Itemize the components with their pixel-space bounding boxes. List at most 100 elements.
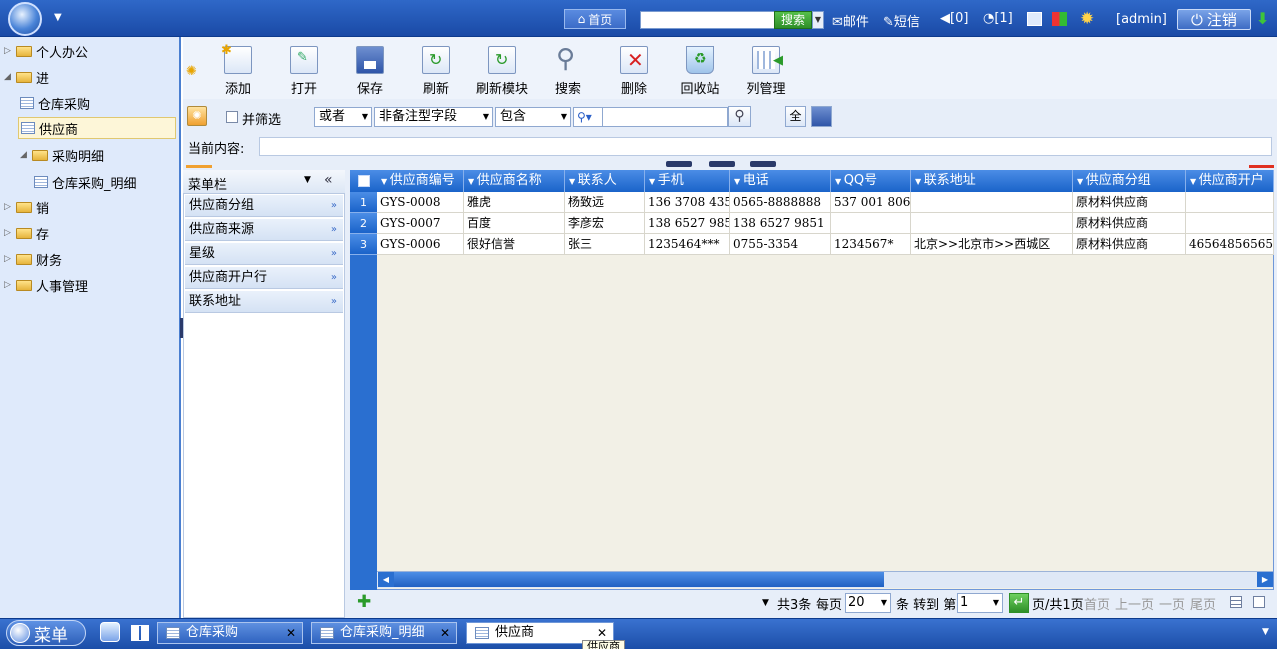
table-cell[interactable]: 原材料供应商 — [1073, 213, 1186, 234]
table-cell[interactable] — [911, 192, 1073, 213]
table-cell[interactable]: 46564856565*** — [1186, 234, 1274, 255]
splitter-handle[interactable] — [709, 161, 735, 167]
per-page-select[interactable]: 20 ▼ — [845, 593, 891, 613]
search-input[interactable] — [640, 11, 775, 29]
tree-item-purchase[interactable]: ◢ 进 — [4, 66, 49, 88]
home-button[interactable]: ⌂ 首页 — [564, 9, 626, 29]
category-item-supplier-source[interactable]: 供应商来源 » — [185, 219, 343, 241]
close-icon[interactable]: ✕ — [440, 623, 450, 643]
sound-link[interactable]: ◀[0] — [940, 11, 968, 26]
save-filter-icon[interactable] — [811, 106, 832, 127]
grid-apps-icon[interactable] — [131, 625, 149, 641]
delete-button[interactable]: ✕ 删除 — [604, 46, 664, 97]
table-cell[interactable]: 原材料供应商 — [1073, 234, 1186, 255]
table-cell[interactable]: 百度 — [464, 213, 565, 234]
table-cell[interactable]: 138 6527 9851 — [730, 213, 831, 234]
filter-options-icon[interactable]: ✺ — [187, 106, 207, 126]
table-cell[interactable]: 很好信誉 — [464, 234, 565, 255]
category-dropdown-icon[interactable]: ▼ — [304, 175, 311, 185]
tree-item-warehouse-purchase-detail[interactable]: 仓库采购_明细 — [34, 171, 137, 193]
tree-item-stock[interactable]: ▷ 存 — [4, 222, 49, 244]
pager-menu-icon[interactable]: ▼ — [762, 598, 769, 608]
col-header-mobile[interactable]: ▼ 手机 — [645, 170, 730, 192]
add-row-icon[interactable]: ✚ — [357, 592, 371, 612]
tree-item-supplier[interactable]: 供应商 — [18, 117, 176, 139]
prev-page-link[interactable]: 上一页 — [1115, 594, 1154, 613]
logic-select[interactable]: 或者 ▼ — [314, 107, 372, 127]
select-all-rows-checkbox[interactable] — [358, 175, 370, 187]
table-cell[interactable]: 136 3708 4358 — [645, 192, 730, 213]
recycle-bin-button[interactable]: ♻ 回收站 — [670, 46, 730, 97]
row-number[interactable]: 3 — [350, 234, 377, 255]
theme-icon[interactable] — [1052, 12, 1067, 26]
category-item-supplier-group[interactable]: 供应商分组 » — [185, 195, 343, 217]
splitter-handle[interactable] — [666, 161, 692, 167]
collapse-icon[interactable]: ◢ — [20, 150, 28, 160]
table-cell[interactable]: 李彦宏 — [565, 213, 645, 234]
settings-gear-icon[interactable]: ✹ — [1080, 9, 1094, 29]
row-number[interactable]: 1 — [350, 192, 377, 213]
scrollbar-thumb[interactable] — [394, 572, 884, 587]
current-content-input[interactable] — [259, 137, 1272, 156]
search-tool-button[interactable]: ⚲ 搜索 — [538, 44, 598, 97]
logo-dropdown-icon[interactable]: ▼ — [54, 12, 62, 23]
tree-item-purchase-detail[interactable]: ◢ 采购明细 — [20, 144, 104, 166]
notice-link[interactable]: ◔[1] — [983, 11, 1013, 26]
app-logo-icon[interactable] — [8, 2, 42, 36]
tree-item-warehouse-purchase[interactable]: 仓库采购 — [20, 92, 90, 114]
tree-item-sales[interactable]: ▷ 销 — [4, 196, 49, 218]
expand-icon[interactable]: ▷ — [4, 46, 12, 56]
col-header-contact[interactable]: ▼ 联系人 — [565, 170, 645, 192]
expand-icon[interactable]: ▷ — [4, 254, 12, 264]
search-button[interactable]: 搜索 — [774, 11, 812, 29]
tree-item-finance[interactable]: ▷ 财务 — [4, 248, 62, 270]
select-all-button[interactable]: 全 — [785, 106, 806, 127]
page-select[interactable]: 1 ▼ — [957, 593, 1003, 613]
category-item-bank[interactable]: 供应商开户行 » — [185, 267, 343, 289]
table-cell[interactable] — [911, 213, 1073, 234]
window-icon[interactable] — [1027, 12, 1042, 26]
table-cell[interactable]: 0565-8888888 — [730, 192, 831, 213]
table-cell[interactable]: 537 001 806 — [831, 192, 911, 213]
card-view-icon[interactable] — [1253, 596, 1265, 608]
close-icon[interactable]: ✕ — [286, 623, 296, 643]
table-cell[interactable] — [1186, 213, 1274, 234]
scroll-right-icon[interactable]: ▶ — [1257, 572, 1273, 587]
collapse-left-icon[interactable]: « — [324, 172, 333, 188]
combine-filter-checkbox[interactable] — [226, 111, 238, 123]
start-menu-button[interactable]: 菜单 — [6, 620, 86, 646]
desktop-icon[interactable] — [100, 622, 120, 642]
table-cell[interactable]: 北京>>北京市>>西城区 — [911, 234, 1073, 255]
tree-item-hr[interactable]: ▷ 人事管理 — [4, 274, 88, 296]
table-cell[interactable] — [1186, 192, 1274, 213]
last-page-link[interactable]: 尾页 — [1190, 594, 1216, 613]
col-header-qq[interactable]: ▼ QQ号 — [831, 170, 911, 192]
table-cell[interactable]: 138 6527 9851 — [645, 213, 730, 234]
search-dropdown-icon[interactable]: ▼ — [812, 11, 824, 29]
search-mode-dropdown[interactable]: ⚲▾ — [573, 107, 603, 127]
save-button[interactable]: 保存 — [340, 46, 400, 97]
table-cell[interactable]: 原材料供应商 — [1073, 192, 1186, 213]
filter-value-input[interactable] — [602, 107, 728, 127]
table-cell[interactable]: 1235464*** — [645, 234, 730, 255]
col-header-bank[interactable]: ▼ 供应商开户 — [1186, 170, 1274, 192]
field-select[interactable]: 非备注型字段 ▼ — [374, 107, 493, 127]
tree-item-personal-office[interactable]: ▷ 个人办公 — [4, 40, 88, 62]
table-cell[interactable]: 雅虎 — [464, 192, 565, 213]
column-manager-button[interactable]: ◀ 列管理 — [736, 46, 796, 97]
filter-search-icon[interactable]: ⚲ — [728, 106, 751, 127]
refresh-button[interactable]: ↻ 刷新 — [406, 46, 466, 97]
splitter-handle[interactable] — [750, 161, 776, 167]
operator-select[interactable]: 包含 ▼ — [495, 107, 571, 127]
sms-link[interactable]: ✎短信 — [883, 11, 920, 30]
go-page-icon[interactable]: ↵ — [1009, 593, 1029, 613]
category-item-star-level[interactable]: 星级 » — [185, 243, 343, 265]
table-cell[interactable]: 1234567* — [831, 234, 911, 255]
col-header-supplier-name[interactable]: ▼ 供应商名称 — [464, 170, 565, 192]
row-number[interactable]: 2 — [350, 213, 377, 234]
next-page-link[interactable]: 一页 — [1159, 594, 1185, 613]
col-header-address[interactable]: ▼ 联系地址 — [911, 170, 1073, 192]
scroll-left-icon[interactable]: ◀ — [378, 572, 394, 587]
list-view-icon[interactable] — [1230, 596, 1242, 608]
collapse-icon[interactable]: ◢ — [4, 72, 12, 82]
